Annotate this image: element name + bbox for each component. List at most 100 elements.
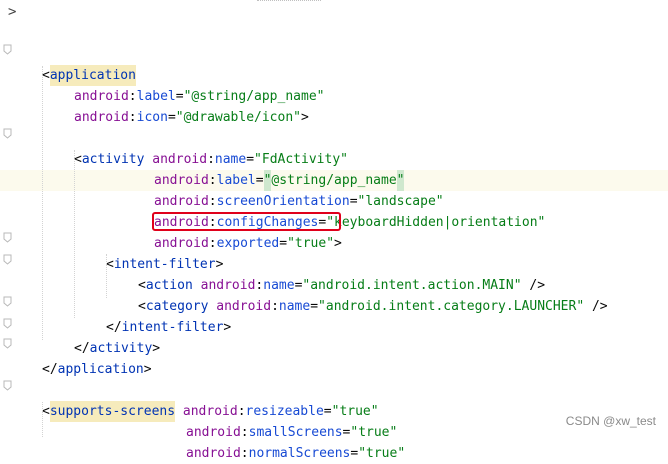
code-line[interactable]: <activity android:name="FdActivity": [0, 149, 668, 170]
code-token: android: [186, 446, 241, 461]
code-line[interactable]: [0, 44, 668, 65]
code-token: =: [323, 404, 332, 419]
code-token: screenOrientation: [216, 194, 350, 209]
code-token: </: [106, 320, 122, 335]
code-token: name: [214, 152, 247, 167]
code-line[interactable]: android:exported="true">: [0, 233, 668, 254]
folded-region-marker: [257, 0, 321, 3]
code-token: "@string/app_name": [183, 89, 325, 104]
code-token: />: [521, 278, 546, 293]
code-token: <: [42, 68, 50, 83]
fold-toggle-icon[interactable]: [3, 318, 12, 329]
code-token: android: [74, 110, 129, 125]
code-token: supports-screens: [49, 401, 176, 422]
code-token: "landscape": [357, 194, 444, 209]
code-line[interactable]: android:icon="@drawable/icon">: [0, 107, 668, 128]
indent-guide: [42, 402, 43, 437]
code-line[interactable]: <application: [0, 65, 668, 86]
indent-guide: [106, 254, 107, 298]
code-token: ": [263, 170, 272, 191]
code-token: "true": [358, 446, 406, 461]
code-token: "true": [350, 425, 398, 440]
fold-toggle-icon[interactable]: [3, 232, 12, 243]
code-line[interactable]: <category android:name="android.intent.c…: [0, 296, 668, 317]
code-token: =: [342, 425, 351, 440]
code-token: :: [128, 89, 137, 104]
indent-guide: [74, 150, 75, 318]
code-line[interactable]: </intent-filter>: [0, 317, 668, 338]
code-token: =: [294, 278, 303, 293]
code-token: </: [42, 362, 58, 377]
code-token: label: [216, 173, 256, 188]
code-line[interactable]: [0, 128, 668, 149]
code-token: :: [255, 278, 264, 293]
code-line[interactable]: </application>: [0, 359, 668, 380]
code-line[interactable]: android:label="@string/app_name": [0, 86, 668, 107]
code-token: "FdActivity": [254, 152, 348, 167]
code-token: :: [240, 446, 249, 461]
code-token: >: [215, 257, 224, 272]
code-token: :: [208, 173, 217, 188]
code-token: action: [145, 278, 193, 293]
fold-toggle-icon[interactable]: [3, 338, 12, 349]
code-token: android: [200, 278, 256, 293]
code-line[interactable]: [0, 380, 668, 401]
code-token: "true": [287, 236, 335, 251]
code-token: </: [74, 341, 90, 356]
code-token: name: [278, 299, 311, 314]
code-token: exported: [216, 236, 280, 251]
code-token: android: [186, 425, 241, 440]
code-token: =: [167, 110, 176, 125]
code-token: category: [145, 299, 209, 314]
code-token: name: [263, 278, 295, 293]
code-token: icon: [136, 110, 168, 125]
code-token: android: [154, 194, 209, 209]
highlight-box: [152, 212, 341, 231]
code-token: "@drawable/icon": [175, 110, 301, 125]
code-token: label: [136, 89, 176, 104]
code-token: <: [42, 404, 50, 419]
code-token: :: [128, 110, 137, 125]
code-token: :: [271, 299, 279, 314]
code-token: :: [207, 152, 215, 167]
watermark: CSDN @xw_test: [565, 414, 656, 428]
code-token: =: [350, 446, 359, 461]
code-token: android: [182, 404, 238, 419]
code-token: activity: [81, 152, 145, 167]
fold-toggle-icon[interactable]: [3, 44, 12, 55]
fold-toggle-icon[interactable]: [3, 254, 12, 265]
code-token: intent-filter: [121, 320, 224, 335]
code-line[interactable]: android:screenOrientation="landscape": [0, 191, 668, 212]
code-token: "android.intent.action.MAIN": [302, 278, 522, 293]
code-token: >: [152, 341, 161, 356]
code-line[interactable]: android:normalScreens="true": [0, 443, 668, 464]
code-token: :: [208, 236, 217, 251]
code-token: "true": [331, 404, 379, 419]
code-line[interactable]: android:label="@string/app_name": [0, 170, 668, 191]
code-token: :: [208, 194, 217, 209]
fold-toggle-icon[interactable]: [3, 128, 12, 139]
code-token: @string/app_name: [271, 173, 397, 188]
code-token: >: [223, 320, 232, 335]
code-line[interactable]: <intent-filter>: [0, 254, 668, 275]
code-token: =: [246, 152, 255, 167]
code-line[interactable]: <action android:name="android.intent.act…: [0, 275, 668, 296]
fold-toggle-icon[interactable]: [3, 296, 12, 307]
code-token: application: [57, 362, 144, 377]
indent-guide: [42, 66, 43, 340]
code-token: <: [106, 257, 114, 272]
collapsed-block-icon[interactable]: >: [8, 4, 16, 20]
code-token: "android.intent.category.LAUNCHER": [318, 299, 585, 314]
code-token: :: [240, 425, 249, 440]
code-line[interactable]: </activity>: [0, 338, 668, 359]
code-token: =: [349, 194, 358, 209]
code-token: >: [334, 236, 342, 251]
code-token: "keyboardHidden|orientation": [326, 215, 546, 230]
code-token: <: [138, 278, 146, 293]
code-token: />: [584, 299, 608, 314]
fold-toggle-icon[interactable]: [3, 380, 12, 391]
